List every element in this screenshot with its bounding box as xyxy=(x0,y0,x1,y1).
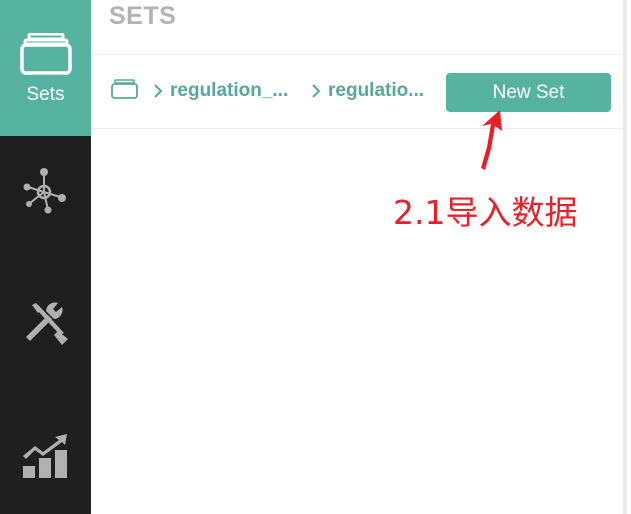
sidebar-item-label: Sets xyxy=(26,83,65,105)
sets-folder-icon xyxy=(19,32,72,80)
chevron-right-icon xyxy=(312,84,320,98)
divider xyxy=(91,128,627,129)
breadcrumb-home[interactable] xyxy=(111,78,138,104)
sidebar-item-network[interactable] xyxy=(0,160,91,224)
folder-icon xyxy=(111,78,138,104)
app-window: Sets SETS regulation_... regulatio... Ne… xyxy=(0,0,631,514)
scrollbar[interactable] xyxy=(623,0,627,514)
annotation-label: 2.1导入数据 xyxy=(393,193,578,232)
network-icon xyxy=(22,166,70,219)
sidebar: Sets xyxy=(0,0,91,514)
analytics-chart-icon xyxy=(21,433,71,483)
sidebar-item-sets[interactable]: Sets xyxy=(0,0,91,136)
breadcrumb: regulation_... regulatio... xyxy=(111,76,440,106)
sidebar-item-analytics[interactable] xyxy=(0,425,91,491)
breadcrumb-item[interactable]: regulation_... xyxy=(170,80,300,102)
main-panel: SETS regulation_... regulatio... New Set xyxy=(91,0,627,514)
page-title: SETS xyxy=(109,2,177,30)
tools-icon xyxy=(22,301,70,350)
breadcrumb-item[interactable]: regulatio... xyxy=(328,80,440,102)
new-set-button[interactable]: New Set xyxy=(446,73,611,112)
sidebar-item-tools[interactable] xyxy=(0,292,91,358)
divider xyxy=(91,54,627,55)
chevron-right-icon xyxy=(154,84,162,98)
